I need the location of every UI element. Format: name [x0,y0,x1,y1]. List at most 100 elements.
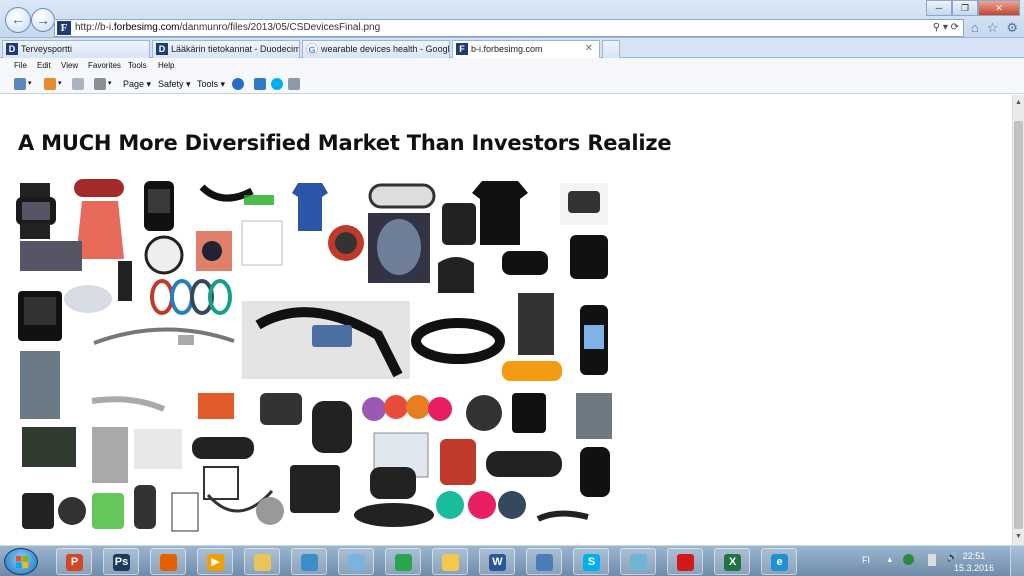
image-title: A MUCH More Diversified Market Than Inve… [18,131,672,155]
tray-arrow-icon[interactable]: ▴ [887,554,892,565]
mail-icon[interactable] [72,78,84,90]
tab-label: Terveysportti [21,44,73,54]
new-tab-button[interactable] [602,40,620,58]
system-tray: FI ▴ 🔊 22:51 15.3.2016 [824,546,1024,576]
smartwatch-image [22,493,54,529]
windows-logo-icon [16,556,28,568]
taskbar-word-button[interactable]: W [479,548,515,575]
fitness-clips-image [362,395,452,421]
skype-icon[interactable] [271,78,283,90]
sports-jacket-image [20,351,60,419]
smartwatch-image [560,183,608,225]
scroll-thumb[interactable] [1014,121,1023,529]
tab-google-search[interactable]: G wearable devices health - Google-haku [302,40,450,58]
home-dropdown-icon[interactable]: ▾ [28,74,32,94]
smartwatch-image [134,485,156,529]
show-desktop-button[interactable] [1010,546,1024,576]
menu-edit[interactable]: Edit [37,58,51,74]
search-refresh-controls[interactable]: ⚲ ▾ ⟳ [933,20,959,36]
taskbar-skype-button[interactable]: S [573,548,609,575]
taskbar-network-app-button[interactable] [526,548,562,575]
vertical-scrollbar[interactable]: ▲ ▼ [1012,95,1024,545]
ski-goggles-image [192,437,254,459]
url-input[interactable]: F http://b-i.forbesimg.com/danmunro/file… [54,19,964,37]
band-image [502,361,562,381]
site-favicon-icon: F [57,21,71,35]
restore-button[interactable]: ❐ [952,0,978,16]
taskbar-chrome-button[interactable] [385,548,421,575]
battery-icon[interactable] [928,554,936,566]
minimize-button[interactable]: ─ [926,0,952,16]
taskbar-internet-explorer-button[interactable]: e [761,548,797,575]
settings-gear-icon[interactable]: ⚙ [1006,20,1018,36]
tab-label: Lääkärin tietokannat - Duodecim [171,44,300,54]
colorful-watches-image [436,491,526,519]
tab-terveysportti[interactable]: D Terveysportti [2,40,150,58]
safety-menu[interactable]: Safety ▾ [158,74,191,94]
menu-help[interactable]: Help [158,58,174,74]
taskbar-media-player-button[interactable]: ▶ [197,548,233,575]
tab-close-icon[interactable]: ✕ [585,41,593,57]
print-dropdown-icon[interactable]: ▾ [108,74,112,94]
url-text[interactable]: http://b-i.forbesimg.com/danmunro/files/… [75,20,380,36]
smartwatch-image [570,235,608,279]
tools-menu[interactable]: Tools ▾ [197,74,225,94]
taskbar-photoshop-button[interactable]: Ps [103,548,139,575]
tab-laakarin-tietokannat[interactable]: D Lääkärin tietokannat - Duodecim [152,40,300,58]
taskbar-explorer-button[interactable] [244,548,280,575]
help-icon[interactable] [232,78,244,90]
research-icon[interactable] [288,78,300,90]
firefox-icon [160,554,177,571]
command-bar: ▾ ▾ ▾ Page ▾ Safety ▾ Tools ▾ [0,74,1024,94]
scroll-down-icon[interactable]: ▼ [1013,531,1024,543]
smart-glasses-image [93,327,235,345]
taskbar-chart-app-button[interactable] [291,548,327,575]
fitbit-band-image [580,447,610,497]
page-menu[interactable]: Page ▾ [123,74,151,94]
duodecim-icon: D [6,43,18,55]
menu-bar: File Edit View Favorites Tools Help [0,58,1024,74]
taskbar-firefox-button[interactable] [150,548,186,575]
menu-favorites[interactable]: Favorites [88,58,121,74]
fuelband-image [411,318,505,364]
taskbar-notepad-button[interactable] [620,548,656,575]
taskbar-paint-button[interactable] [338,548,374,575]
smartwatch-image [442,203,476,245]
home-cmd-icon[interactable] [14,78,26,90]
clock[interactable]: 22:51 15.3.2016 [954,550,994,574]
scroll-up-icon[interactable]: ▲ [1013,97,1024,109]
print-icon[interactable] [94,78,106,90]
tray-network-icon[interactable] [903,554,914,565]
language-indicator[interactable]: FI [862,555,870,565]
feeds-dropdown-icon[interactable]: ▾ [58,74,62,94]
chest-strap-image [199,184,274,205]
clock-time: 22:51 [962,551,986,561]
smartwatch-image [16,183,56,239]
smartwatch-image [512,393,546,433]
forward-button[interactable]: → [31,8,55,32]
close-window-button[interactable]: ✕ [978,0,1020,16]
feeds-icon[interactable] [44,78,56,90]
tab-forbesimg[interactable]: F b-i.forbesimg.com ✕ [452,40,600,58]
smart-band-image [312,401,352,453]
linkedin-icon[interactable] [254,78,266,90]
menu-tools[interactable]: Tools [128,58,147,74]
taskbar-powerpoint-button[interactable]: P [56,548,92,575]
paint-icon [348,554,365,571]
start-button[interactable] [4,548,38,575]
taskbar-acrobat-button[interactable] [667,548,703,575]
browser-window: ← → F http://b-i.forbesimg.com/danmunro/… [0,0,1024,576]
browser-right-icons: ⌂ ☆ ⚙ [971,20,1018,36]
cycling-computer-image [260,393,302,425]
posture-vest-image [22,427,76,467]
taskbar-excel-button[interactable]: X [714,548,750,575]
smartwatch-image [580,305,608,375]
menu-file[interactable]: File [14,58,27,74]
home-icon[interactable]: ⌂ [971,20,979,36]
taskbar-outlook-app-button[interactable] [432,548,468,575]
menu-view[interactable]: View [61,58,78,74]
media-player-icon: ▶ [207,554,224,571]
favorites-star-icon[interactable]: ☆ [987,20,999,36]
compression-shirt-image [518,293,554,355]
back-button[interactable]: ← [5,7,31,33]
